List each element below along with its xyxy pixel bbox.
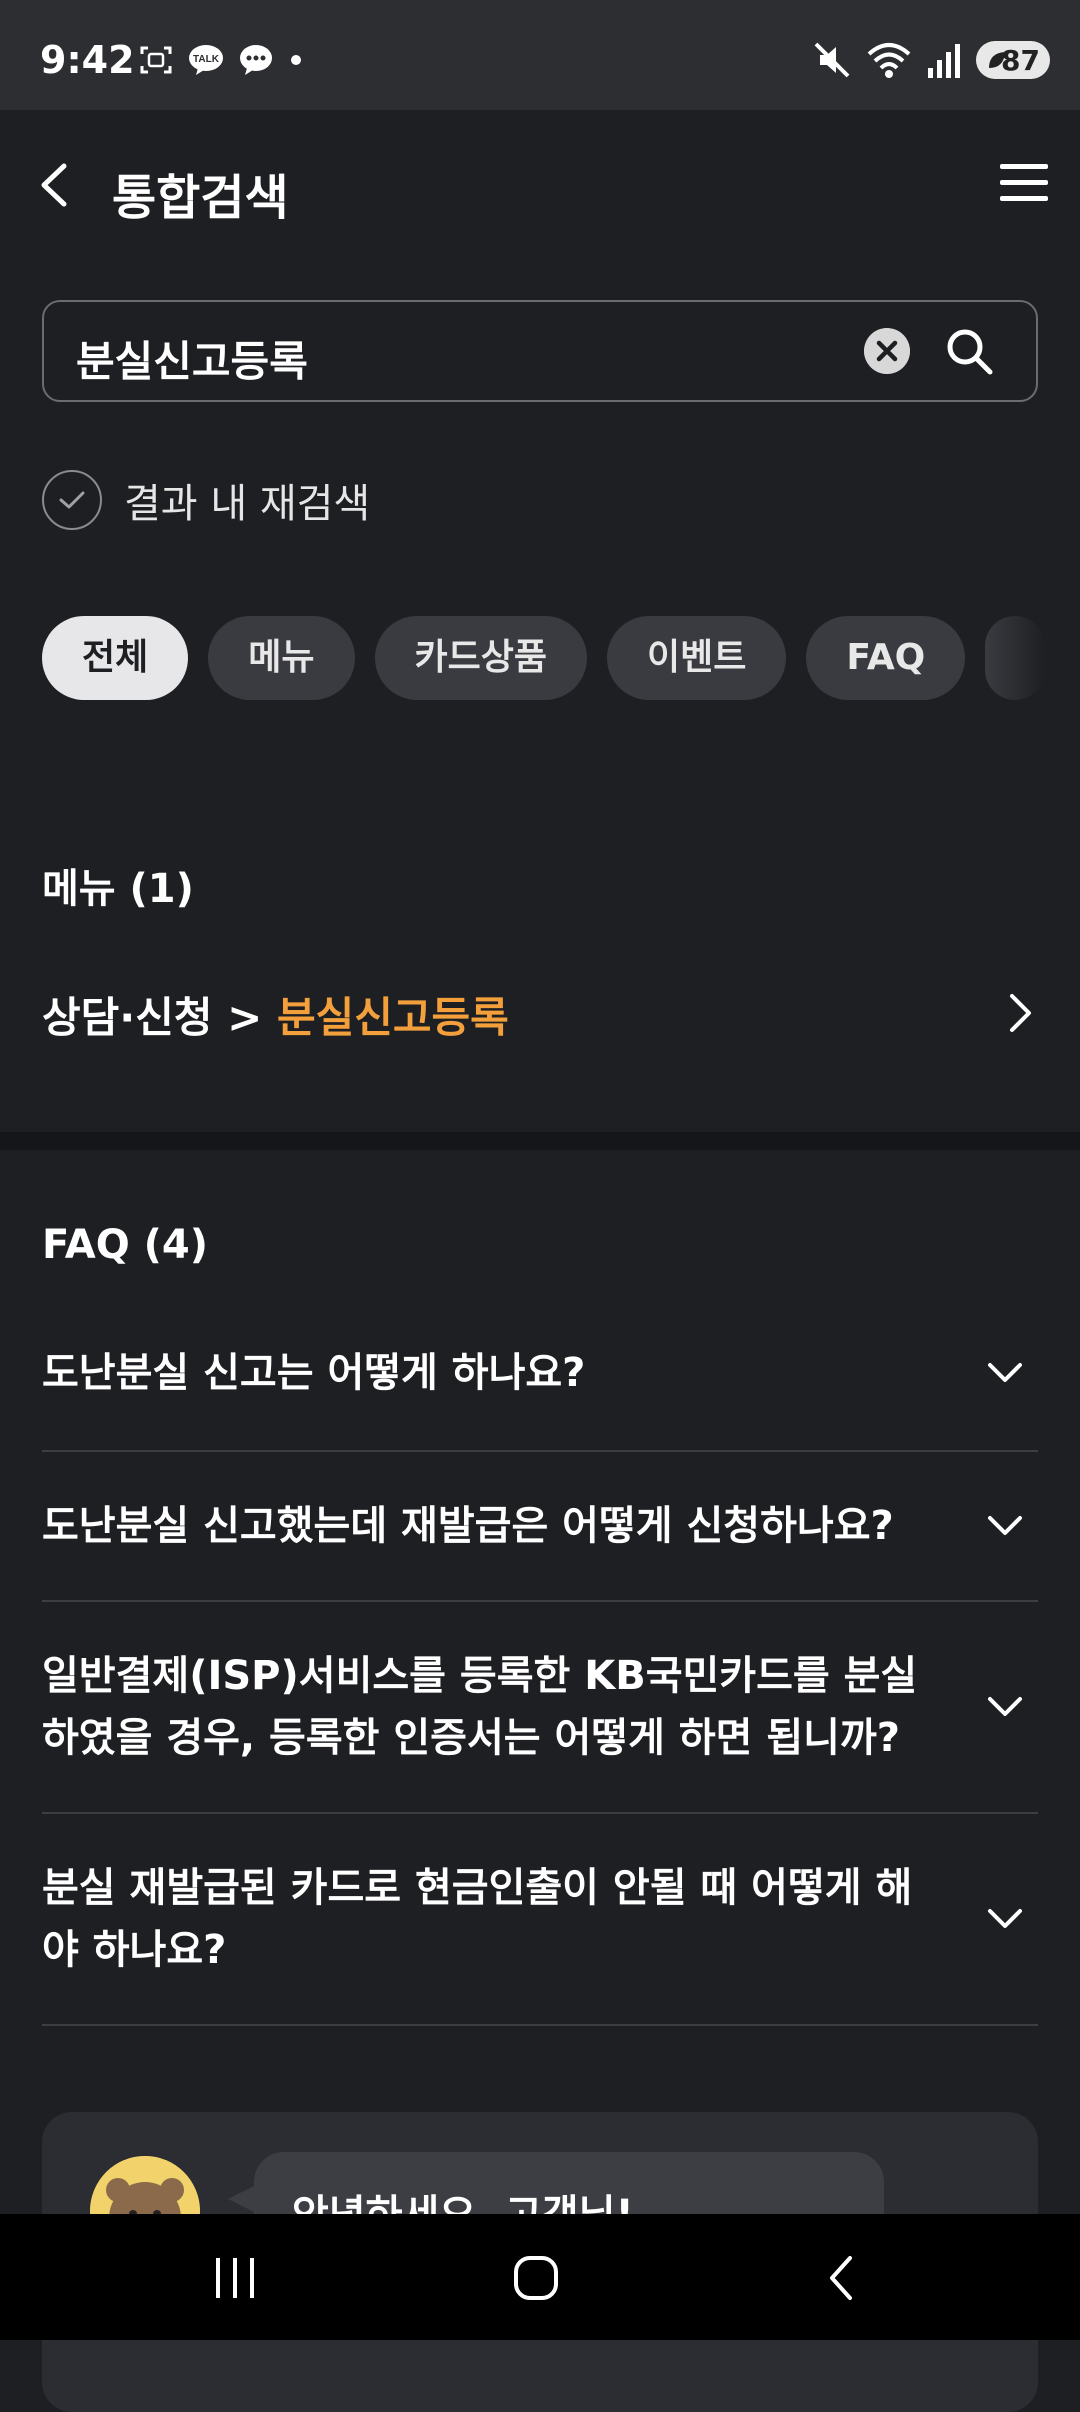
tab-all[interactable]: 전체 (42, 616, 189, 700)
menu-path-highlight: 분실신고등록 (276, 993, 509, 1042)
faq-question: 도난분실 신고는 어떻게 하나요? (42, 1350, 586, 1396)
faq-item[interactable]: 일반결제(ISP)서비스를 등록한 KB국민카드를 분실하였을 경우, 등록한 … (42, 1602, 1038, 1814)
nav-back-button[interactable] (822, 2250, 862, 2306)
faq-item[interactable]: 분실 재발급된 카드로 현금인출이 안될 때 어떻게 해야 하나요? (42, 1814, 1038, 2026)
check-icon[interactable] (42, 470, 102, 530)
menu-result-item[interactable]: 상담·신청 > 분실신고등록 (42, 972, 1038, 1052)
faq-question: 분실 재발급된 카드로 현금인출이 안될 때 어떻게 해야 하나요? (42, 1865, 913, 1973)
app-header: 통합검색 (0, 110, 1080, 260)
wifi-icon (867, 43, 911, 78)
recheck-toggle[interactable]: 결과 내 재검색 (42, 470, 370, 530)
faq-question: 도난분실 신고했는데 재발급은 어떻게 신청하나요? (42, 1503, 894, 1549)
clear-icon[interactable] (864, 328, 910, 374)
tab-events[interactable]: 이벤트 (606, 616, 787, 700)
search-input[interactable]: 분실신고등록 (42, 300, 1038, 402)
page-title: 통합검색 (112, 170, 289, 226)
recheck-label: 결과 내 재검색 (124, 481, 371, 527)
chat-bubble-icon (240, 45, 272, 75)
dot-icon (291, 55, 301, 65)
screenshot-icon (140, 46, 172, 74)
tab-menu[interactable]: 메뉴 (208, 616, 355, 700)
system-icons: 87 (812, 40, 1050, 80)
search-query[interactable]: 분실신고등록 (76, 328, 308, 389)
faq-item[interactable]: 도난분실 신고했는데 재발급은 어떻게 신청하나요? (42, 1452, 1038, 1602)
status-bar: 9:42 TALK 87 (0, 0, 1080, 110)
notification-icons: TALK (138, 44, 304, 76)
tab-card-products[interactable]: 카드상품 (374, 616, 587, 700)
menu-path-prefix: 상담·신청 > (42, 993, 277, 1042)
search-icon[interactable] (944, 326, 994, 376)
chevron-right-icon (1010, 994, 1031, 1032)
back-button[interactable] (30, 152, 80, 218)
mute-icon (814, 42, 850, 78)
faq-section-title: FAQ (4) (42, 1222, 209, 1268)
tab-faq[interactable]: FAQ (806, 616, 966, 700)
menu-section-title: 메뉴 (1) (42, 866, 194, 912)
svg-text:TALK: TALK (193, 54, 220, 65)
faq-item[interactable]: 도난분실 신고는 어떻게 하나요? (42, 1296, 1038, 1452)
recent-apps-button[interactable] (212, 2250, 258, 2306)
faq-question: 일반결제(ISP)서비스를 등록한 KB국민카드를 분실하였을 경우, 등록한 … (42, 1653, 918, 1761)
tab-more-partial[interactable] (985, 616, 1046, 700)
chevron-down-icon (988, 1516, 1022, 1535)
section-divider (0, 1132, 1080, 1150)
menu-result-path: 상담·신청 > 분실신고등록 (42, 984, 509, 1045)
chevron-down-icon (988, 1363, 1022, 1382)
hamburger-menu-icon[interactable] (998, 160, 1050, 206)
signal-icon (928, 44, 960, 78)
category-tabs: 전체 메뉴 카드상품 이벤트 FAQ (42, 616, 1080, 702)
home-button[interactable] (512, 2250, 560, 2306)
leaf-icon (989, 52, 1005, 68)
kakaotalk-icon: TALK (189, 45, 223, 75)
chevron-down-icon (988, 1697, 1022, 1716)
status-time: 9:42 (40, 38, 135, 82)
chevron-down-icon (988, 1909, 1022, 1928)
system-nav-bar (0, 2214, 1080, 2340)
battery-icon: 87 (976, 41, 1050, 79)
faq-list: 도난분실 신고는 어떻게 하나요? 도난분실 신고했는데 재발급은 어떻게 신청… (42, 1296, 1038, 2026)
